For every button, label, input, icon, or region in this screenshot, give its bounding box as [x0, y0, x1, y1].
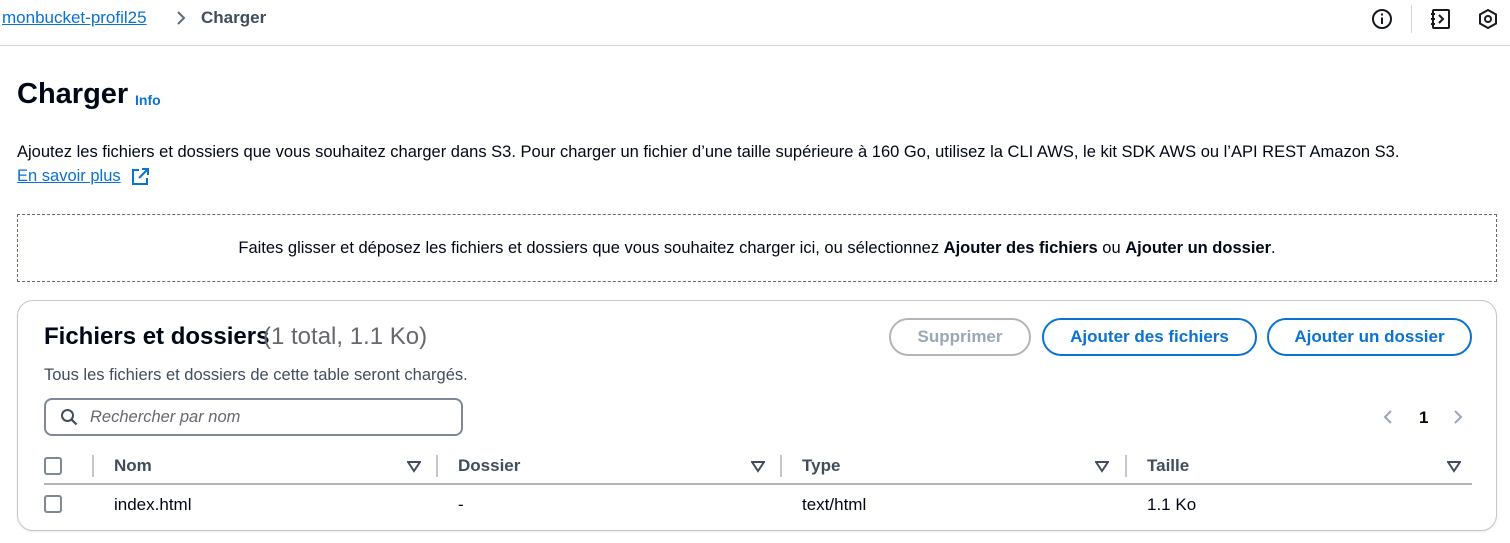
add-files-button[interactable]: Ajouter des fichiers: [1042, 318, 1257, 356]
panel-subtitle: Tous les fichiers et dossiers de cette t…: [44, 366, 468, 384]
page-title: Charger: [17, 78, 129, 110]
table-row[interactable]: index.html - text/html 1.1 Ko: [44, 487, 1472, 525]
column-header-folder[interactable]: Dossier: [458, 456, 520, 476]
chevron-right-icon: [177, 11, 186, 25]
drop-text-add-folder: Ajouter un dossier: [1125, 239, 1272, 257]
cell-name: index.html: [114, 495, 192, 514]
drop-text-intro: Faites glisser et déposez les fichiers e…: [238, 239, 944, 257]
info-icon[interactable]: [1371, 8, 1393, 30]
search-input[interactable]: Rechercher par nom: [44, 398, 463, 436]
sort-icon[interactable]: [1095, 461, 1109, 473]
breadcrumb-bucket-link[interactable]: monbucket-profil25: [2, 8, 147, 28]
drop-text-or: ou: [1097, 239, 1126, 257]
column-divider: [780, 455, 782, 477]
select-all-checkbox[interactable]: [44, 457, 62, 475]
column-divider: [436, 455, 438, 477]
column-header-size[interactable]: Taille: [1147, 456, 1189, 476]
settings-icon[interactable]: [1477, 8, 1499, 30]
add-folder-button[interactable]: Ajouter un dossier: [1267, 318, 1472, 356]
next-page-icon[interactable]: [1452, 409, 1464, 425]
table-header: Nom Dossier Type Taille: [44, 449, 1472, 485]
cell-size: 1.1 Ko: [1147, 495, 1197, 514]
panel-title: Fichiers et dossiers: [44, 323, 270, 350]
external-link-icon[interactable]: [131, 168, 149, 186]
info-link[interactable]: Info: [135, 92, 161, 108]
drop-zone-text: Faites glisser et déposez les fichiers e…: [18, 239, 1496, 258]
notes-icon[interactable]: [1430, 8, 1452, 30]
breadcrumb-current: Charger: [201, 8, 267, 27]
sort-icon[interactable]: [407, 461, 421, 473]
toolbar-divider: [1411, 5, 1412, 33]
page-description: Ajoutez les fichiers et dossiers que vou…: [17, 143, 1400, 161]
sort-icon[interactable]: [1447, 461, 1461, 473]
previous-page-icon[interactable]: [1382, 409, 1394, 425]
cell-type: text/html: [802, 495, 867, 514]
row-checkbox[interactable]: [44, 495, 62, 513]
sort-icon[interactable]: [751, 461, 765, 473]
panel-count: (1 total, 1.1 Ko): [263, 323, 428, 350]
delete-button[interactable]: Supprimer: [889, 318, 1031, 356]
column-header-type[interactable]: Type: [802, 456, 840, 476]
cell-folder: -: [458, 495, 464, 514]
search-icon: [61, 409, 78, 426]
column-divider: [1125, 455, 1127, 477]
top-bar: monbucket-profil25 Charger: [0, 0, 1510, 46]
drop-text-add-files: Ajouter des fichiers: [943, 239, 1098, 257]
drop-zone[interactable]: Faites glisser et déposez les fichiers e…: [17, 214, 1497, 282]
column-header-name[interactable]: Nom: [114, 456, 152, 476]
search-placeholder: Rechercher par nom: [90, 408, 241, 426]
files-panel: Fichiers et dossiers (1 total, 1.1 Ko) T…: [17, 300, 1497, 531]
learn-more-link[interactable]: En savoir plus: [17, 167, 121, 186]
page-number[interactable]: 1: [1419, 408, 1428, 428]
column-divider: [92, 455, 94, 477]
drop-text-end: .: [1271, 239, 1276, 257]
